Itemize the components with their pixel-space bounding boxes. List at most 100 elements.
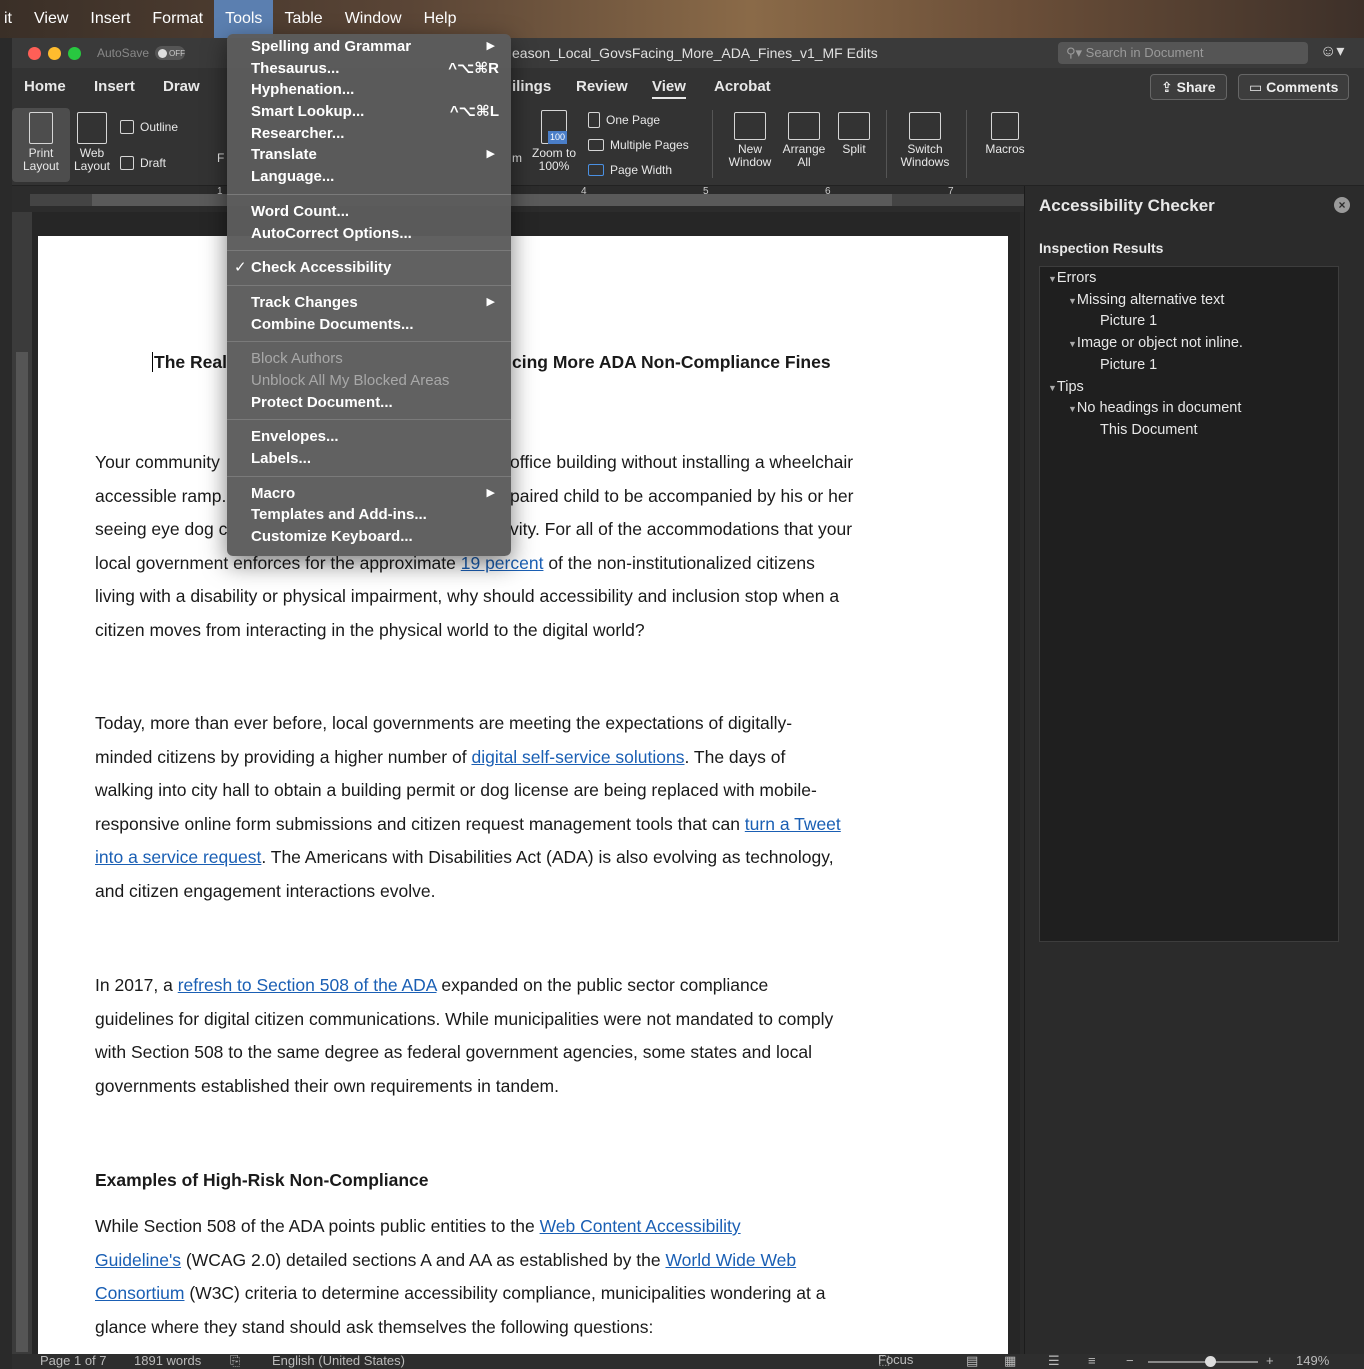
comments-button[interactable]: ▭ Comments [1238,74,1350,100]
multiple-pages-button[interactable]: Multiple Pages [588,138,689,152]
link-turn-a-tweet[interactable]: turn a Tweet [745,814,841,834]
autosave-control[interactable]: AutoSave OFF [97,46,186,60]
print-layout-view-icon[interactable]: ▤ [966,1354,978,1369]
tree-item[interactable]: ▼Missing alternative text [1068,292,1224,308]
page-count[interactable]: Page 1 of 7 [40,1354,107,1368]
zoom-out-icon[interactable]: − [1126,1354,1134,1368]
tree-item[interactable]: Picture 1 [1100,357,1157,373]
zoom-slider-knob[interactable] [1204,1356,1216,1367]
web-layout-button[interactable]: Web Layout [70,108,114,182]
tab-mailings[interactable]: ilings [512,78,551,95]
zoom-window-button[interactable] [68,46,81,60]
menu-item-thesaurus[interactable]: Thesaurus... ^⌥⌘R [227,58,511,80]
document-heading[interactable]: The Real cing More ADA Non-Compliance Fi… [152,352,831,373]
menu-window[interactable]: Window [334,0,413,38]
menu-item-autocorrect-options[interactable]: AutoCorrect Options... [227,223,511,245]
link-guidelines[interactable]: Guideline's [95,1250,181,1270]
split-button[interactable]: Split [832,112,876,156]
inspection-results-tree[interactable]: ▼Errors ▼Missing alternative text Picture … [1039,266,1339,942]
paragraph[interactable]: While Section 508 of the ADA points publ… [95,1210,895,1344]
outline-button[interactable]: Outline [120,120,178,134]
menu-item-hyphenation[interactable]: Hyphenation... [227,79,511,101]
tree-item[interactable]: ▼No headings in document [1068,400,1241,416]
menu-tools[interactable]: Tools [214,0,274,38]
minimize-window-button[interactable] [48,46,61,60]
menu-item-word-count[interactable]: Word Count... [227,201,511,223]
menu-help[interactable]: Help [413,0,468,38]
search-input[interactable]: ⚲▾ Search in Document [1058,42,1308,64]
tab-review[interactable]: Review [576,78,628,95]
zoom-slider[interactable] [1148,1361,1258,1363]
link-section-508[interactable]: refresh to Section 508 of the ADA [178,975,437,995]
disclosure-triangle-icon[interactable]: ▼ [1068,296,1077,306]
paragraph[interactable]: Today, more than ever before, local gove… [95,707,895,909]
web-layout-view-icon[interactable]: ▦ [1004,1354,1016,1369]
menu-item-check-accessibility[interactable]: ✓ Check Accessibility [227,257,511,279]
close-pane-icon[interactable]: × [1334,197,1350,213]
subheading[interactable]: Examples of High-Risk Non-Compliance [95,1170,429,1191]
menu-item-customize-keyboard[interactable]: Customize Keyboard... [227,526,511,548]
tree-item[interactable]: ▼Image or object not inline. [1068,335,1243,351]
menu-item-translate[interactable]: Translate ▶ [227,144,511,166]
tab-insert[interactable]: Insert [94,78,135,95]
one-page-button[interactable]: One Page [588,112,660,128]
language-indicator[interactable]: English (United States) [272,1354,405,1368]
disclosure-triangle-icon[interactable]: ▼ [1048,274,1057,284]
menu-view[interactable]: View [23,0,79,38]
menu-item-combine-documents[interactable]: Combine Documents... [227,314,511,336]
menu-item-track-changes[interactable]: Track Changes ▶ [227,292,511,314]
link-w3c[interactable]: World Wide Web [665,1250,796,1270]
zoom-100-button[interactable]: 100 Zoom to 100% [526,110,582,173]
outline-view-icon[interactable]: ☰ [1048,1354,1060,1369]
draft-button[interactable]: Draft [120,156,166,170]
menu-item-language[interactable]: Language... [227,166,511,188]
new-window-button[interactable]: New Window [724,112,776,169]
menu-item-protect-document[interactable]: Protect Document... [227,392,511,414]
link-service-request[interactable]: into a service request [95,847,261,867]
menu-item-spelling-and-grammar[interactable]: Spelling and Grammar ▶ [227,36,511,58]
tab-view[interactable]: View [652,78,686,99]
vertical-ruler[interactable] [12,212,32,1354]
tree-item[interactable]: ▼Tips [1048,379,1084,395]
zoom-level[interactable]: 149% [1296,1354,1329,1368]
feedback-smiley-icon[interactable]: ☺︎▾ [1320,41,1344,61]
tree-item[interactable]: Picture 1 [1100,313,1157,329]
zoom-in-icon[interactable]: + [1266,1354,1274,1368]
menu-item-envelopes[interactable]: Envelopes... [227,426,511,448]
tree-item[interactable]: ▼Errors [1048,270,1096,286]
disclosure-triangle-icon[interactable]: ▼ [1068,404,1077,414]
proofing-icon[interactable]: ⎘ [230,1354,240,1369]
link-wcag[interactable]: Web Content Accessibility [540,1216,741,1236]
menu-item-macro[interactable]: Macro ▶ [227,483,511,505]
macros-button[interactable]: Macros [976,112,1034,156]
draft-view-icon[interactable]: ≡ [1088,1354,1096,1368]
menu-item-researcher[interactable]: Researcher... [227,123,511,145]
link-consortium[interactable]: Consortium [95,1283,184,1303]
document-canvas[interactable]: The Real cing More ADA Non-Compliance Fi… [32,212,1020,1354]
switch-windows-button[interactable]: Switch Windows [894,112,956,169]
disclosure-triangle-icon[interactable]: ▼ [1068,339,1077,349]
menu-item-smart-lookup[interactable]: Smart Lookup... ^⌥⌘L [227,101,511,123]
menu-table[interactable]: Table [273,0,333,38]
tab-draw[interactable]: Draw [163,78,200,95]
link-digital-self-service[interactable]: digital self-service solutions [471,747,684,767]
menu-format[interactable]: Format [141,0,214,38]
disclosure-triangle-icon[interactable]: ▼ [1048,383,1057,393]
menu-item-labels[interactable]: Labels... [227,448,511,470]
share-button[interactable]: ⇪ Share [1150,74,1227,100]
tab-home[interactable]: Home [24,78,66,95]
word-count[interactable]: 1891 words [134,1354,201,1368]
menu-insert[interactable]: Insert [79,0,141,38]
arrange-all-button[interactable]: Arrange All [778,112,830,169]
autosave-toggle[interactable]: OFF [155,46,186,60]
paragraph[interactable]: In 2017, a refresh to Section 508 of the… [95,969,895,1103]
close-window-button[interactable] [28,46,41,60]
page-width-button[interactable]: Page Width [588,163,672,177]
tree-item[interactable]: This Document [1100,422,1198,438]
print-layout-button[interactable]: Print Layout [12,108,70,182]
horizontal-ruler[interactable]: 1 4 5 6 7 [12,186,1024,212]
menu-edit[interactable]: it [0,0,23,38]
tab-acrobat[interactable]: Acrobat [714,78,771,95]
menu-item-templates-and-add-ins[interactable]: Templates and Add-ins... [227,504,511,526]
document-page[interactable]: The Real cing More ADA Non-Compliance Fi… [38,236,1008,1354]
